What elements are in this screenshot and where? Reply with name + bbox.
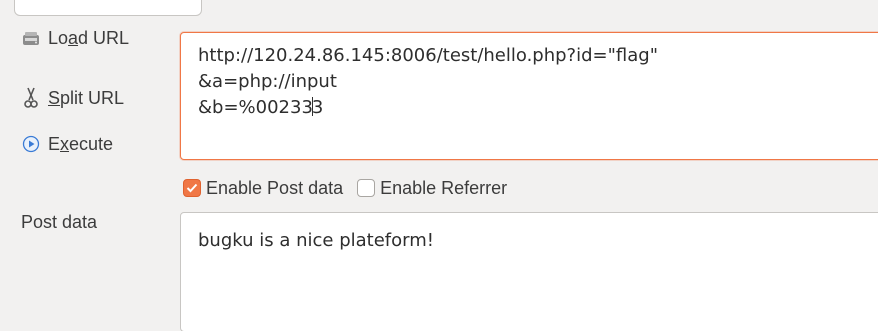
scissors-icon	[20, 87, 42, 109]
execute-label: Execute	[48, 133, 114, 154]
split-url-label: Split URL	[48, 87, 125, 108]
url-line-2: &a=php://input	[198, 71, 337, 92]
enable-post-data-checkbox[interactable]: Enable Post data	[183, 178, 343, 199]
enable-post-data-label: Enable Post data	[206, 177, 344, 198]
options-row: Enable Post data Enable Referrer	[183, 174, 521, 202]
post-data-value: bugku is a nice plateform!	[198, 230, 434, 251]
hackbar-panel: Load URL Split URL Execute http://120.24…	[0, 0, 878, 331]
checkbox-unchecked-icon[interactable]	[357, 179, 376, 197]
checkbox-checked-icon[interactable]	[183, 179, 201, 197]
execute-icon	[20, 133, 42, 155]
cut-off-field[interactable]	[14, 0, 202, 16]
url-line-1: http://120.24.86.145:8006/test/hello.php…	[198, 45, 658, 66]
url-line-3: &b=%002333	[198, 97, 324, 118]
post-data-textarea[interactable]: bugku is a nice plateform!	[180, 212, 878, 331]
load-url-icon	[20, 27, 42, 49]
url-textarea[interactable]: http://120.24.86.145:8006/test/hello.php…	[180, 32, 878, 160]
load-url-label: Load URL	[48, 27, 130, 48]
split-url-button[interactable]: Split URL	[20, 84, 124, 112]
execute-button[interactable]: Execute	[20, 130, 113, 158]
enable-referrer-label: Enable Referrer	[380, 177, 508, 198]
post-data-label: Post data	[21, 212, 98, 232]
load-url-button[interactable]: Load URL	[20, 24, 129, 52]
enable-referrer-checkbox[interactable]: Enable Referrer	[357, 178, 507, 199]
top-toolbar-remnant	[0, 0, 878, 16]
